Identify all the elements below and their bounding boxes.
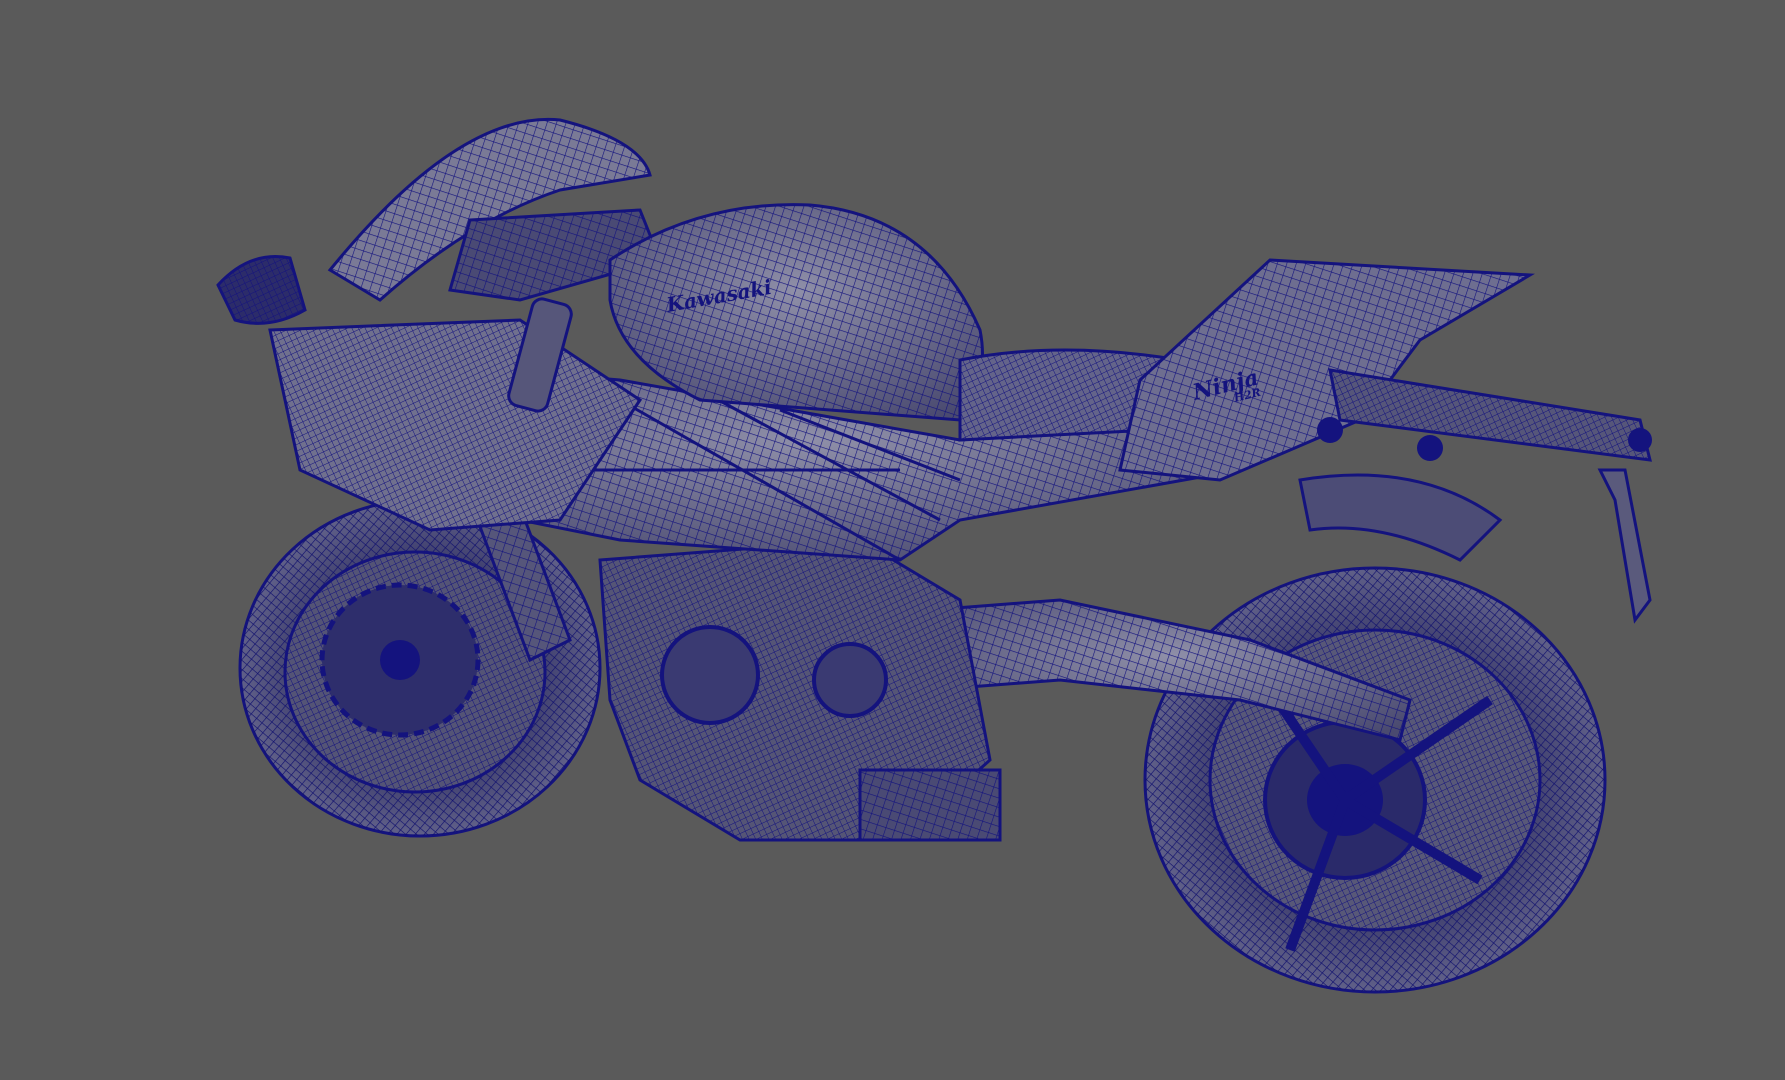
wireframe-model[interactable]: Kawasaki Ninja H2R: [0, 0, 1785, 1080]
tail-cowl[interactable]: Ninja H2R: [1118, 258, 1536, 482]
engine[interactable]: [598, 538, 1002, 842]
license-plate[interactable]: [1597, 468, 1652, 624]
mirror[interactable]: [216, 255, 307, 325]
rear-subframe[interactable]: [1298, 368, 1652, 562]
front-wheel[interactable]: [238, 498, 602, 838]
3d-viewport[interactable]: Kawasaki Ninja H2R: [0, 0, 1785, 1080]
